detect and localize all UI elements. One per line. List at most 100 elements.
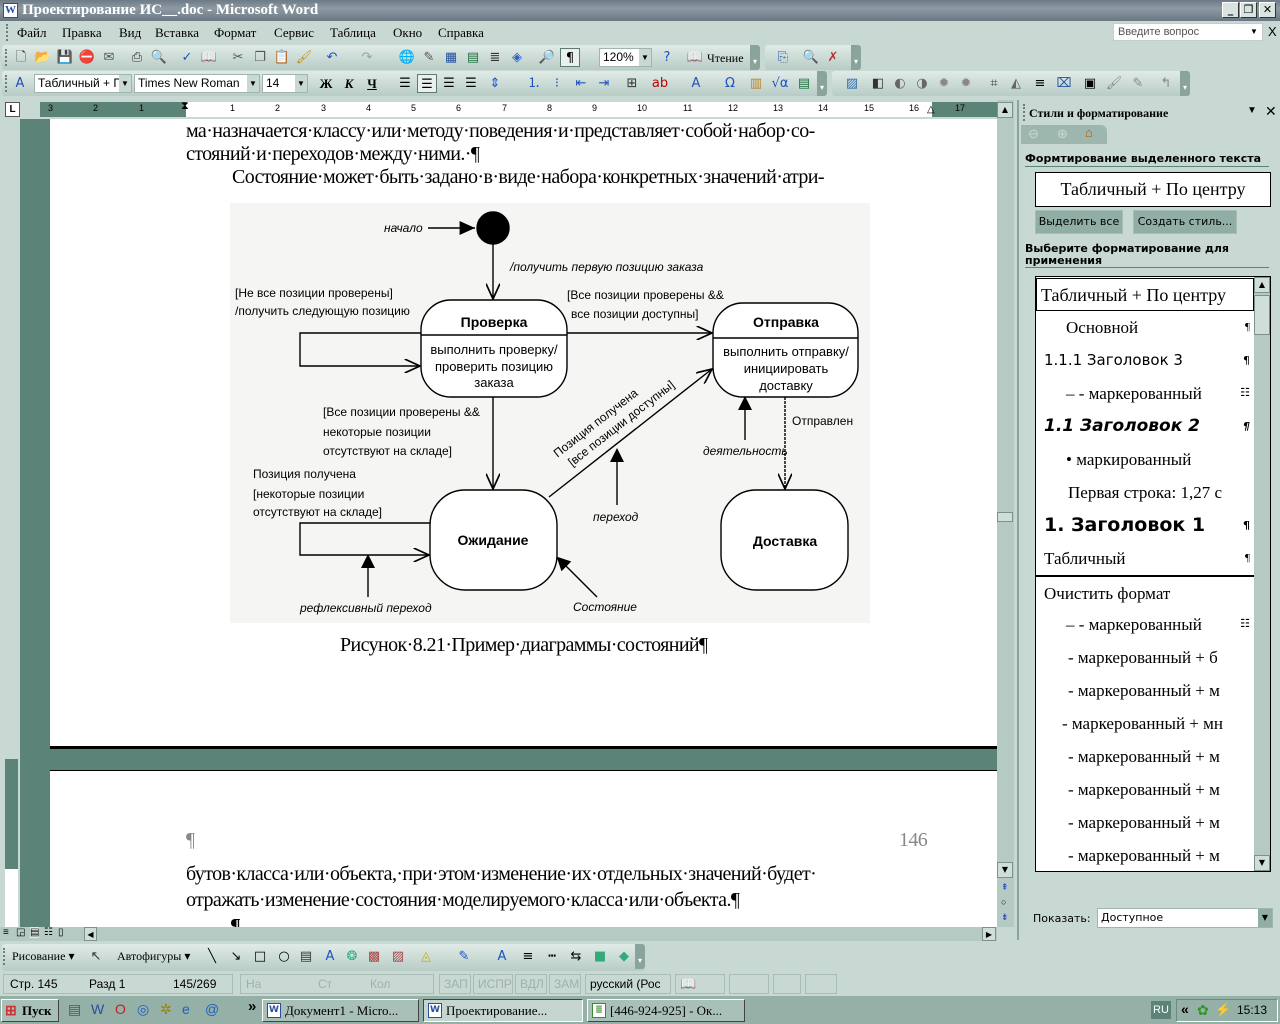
reading-view-icon[interactable]: ▯ bbox=[58, 927, 64, 938]
less-contrast-icon[interactable]: ◑ bbox=[912, 74, 932, 93]
toolbar-options-button[interactable]: ▾ bbox=[817, 71, 827, 96]
styles-list-scrollbar[interactable]: ▲ ▼ bbox=[1254, 277, 1270, 871]
scroll-thumb[interactable] bbox=[1254, 295, 1270, 335]
justify-icon[interactable]: ☰ bbox=[461, 74, 481, 93]
body-text-line[interactable]: бутов·класса·или·объекта,·при·этом·измен… bbox=[186, 863, 817, 885]
outlook-quicklaunch-icon[interactable]: ◎ bbox=[137, 1001, 149, 1018]
menu-help[interactable]: Справка bbox=[438, 25, 484, 41]
set-transparent-color-icon[interactable]: ✎ bbox=[1128, 74, 1148, 93]
tables-borders-icon[interactable]: ✎ bbox=[419, 48, 439, 67]
style-list-item[interactable]: 1.1.1 Заголовок 3 ¶ bbox=[1036, 344, 1254, 377]
body-text-line[interactable]: Состояние·может·быть·задано·в·виде·набор… bbox=[232, 166, 825, 188]
status-record[interactable]: ЗАП bbox=[439, 974, 471, 994]
compare-icon[interactable]: 🔍 bbox=[801, 48, 821, 67]
clock[interactable]: 15:13 bbox=[1237, 1003, 1267, 1017]
line-style-icon[interactable]: ≡ bbox=[1030, 74, 1050, 93]
font-select[interactable]: Times New Roman ▼ bbox=[134, 74, 260, 93]
oval-icon[interactable]: ○ bbox=[274, 947, 294, 966]
select-all-button[interactable]: Выделить все bbox=[1035, 210, 1123, 234]
ask-question-input[interactable]: Введите вопрос bbox=[1113, 23, 1263, 41]
scroll-down-button[interactable]: ▼ bbox=[1254, 855, 1270, 871]
page-145[interactable]: ма·назначается·классу·или·методу·поведен… bbox=[50, 119, 997, 749]
arrow-icon[interactable]: ↘ bbox=[226, 947, 246, 966]
tab-selector[interactable]: L bbox=[5, 102, 20, 117]
format-picture-icon[interactable]: 🖌 bbox=[1104, 74, 1124, 93]
arrow-style-icon[interactable]: ⇆ bbox=[566, 947, 586, 966]
style-list-item[interactable]: 1.1 Заголовок 2 ¶ bbox=[1036, 410, 1254, 443]
align-left-icon[interactable]: ☰ bbox=[395, 74, 415, 93]
minimize-button[interactable]: _ bbox=[1222, 2, 1239, 18]
style-list-item[interactable]: Первая строка: 1,27 с bbox=[1036, 476, 1254, 509]
status-overtype[interactable]: ЗАМ bbox=[549, 974, 581, 994]
symbol-icon[interactable]: Ω bbox=[720, 74, 740, 93]
reset-picture-icon[interactable]: ↰ bbox=[1156, 74, 1176, 93]
menu-edit[interactable]: Правка bbox=[62, 25, 102, 41]
next-page-icon[interactable]: ⇟ bbox=[1001, 912, 1009, 923]
restore-button[interactable]: ❐ bbox=[1240, 2, 1257, 18]
undo-icon[interactable]: ↶ bbox=[322, 48, 342, 67]
insert-table-icon[interactable]: ▦ bbox=[441, 48, 461, 67]
horizontal-ruler[interactable]: L 3 2 1 1 2 3 4 5 6 7 8 9 10 11 12 13 14 15 16 17 ⧗ △ bbox=[0, 100, 1000, 119]
text-wrapping-icon[interactable]: ▣ bbox=[1080, 74, 1100, 93]
compress-icon[interactable]: ⌧ bbox=[1054, 74, 1074, 93]
reject-changes-icon[interactable]: ✗ bbox=[823, 48, 843, 67]
toolbar-options-button[interactable]: ▾ bbox=[635, 944, 645, 969]
vertical-ruler[interactable] bbox=[3, 119, 20, 927]
picture-icon[interactable]: ▨ bbox=[388, 947, 408, 966]
scroll-thumb[interactable] bbox=[997, 512, 1013, 522]
save-icon[interactable]: 💾 bbox=[55, 48, 75, 67]
menu-table[interactable]: Таблица bbox=[330, 25, 376, 41]
line-spacing-icon[interactable]: ⇕ bbox=[485, 74, 505, 93]
spelling-icon[interactable]: ✓ bbox=[177, 48, 197, 67]
page-146[interactable]: ¶ 146 бутов·класса·или·объекта,·при·этом… bbox=[50, 770, 997, 927]
new-style-button[interactable]: Создать стиль... bbox=[1133, 210, 1237, 234]
icq-tray-icon[interactable]: ✿ bbox=[1197, 1002, 1209, 1019]
styles-formatting-icon[interactable]: A bbox=[10, 74, 30, 93]
menu-tools[interactable]: Сервис bbox=[274, 25, 314, 41]
horizontal-scrollbar[interactable]: ≡ ◲ ▤ ☷ ▯ ◀ ▶ bbox=[0, 927, 997, 941]
outline-view-icon[interactable]: ☷ bbox=[44, 927, 53, 938]
scroll-left-button[interactable]: ◀ bbox=[84, 927, 97, 941]
body-text-line[interactable]: отражать·изменение·состояния·моделируемо… bbox=[186, 889, 740, 911]
more-brightness-icon[interactable]: ✹ bbox=[934, 74, 954, 93]
menu-format[interactable]: Формат bbox=[214, 25, 256, 41]
zoom-select[interactable]: 120% ▼ bbox=[599, 48, 652, 67]
line-icon[interactable]: ╲ bbox=[202, 947, 222, 966]
new-document-icon[interactable]: 🗋 bbox=[11, 48, 31, 67]
copy-icon[interactable]: ❐ bbox=[250, 48, 270, 67]
toolbar-grip[interactable] bbox=[5, 49, 8, 66]
color-icon[interactable]: ◧ bbox=[868, 74, 888, 93]
toolbar-grip[interactable] bbox=[5, 75, 8, 92]
crop-icon[interactable]: ⌗ bbox=[984, 74, 1004, 93]
current-style-box[interactable]: Табличный + По центру bbox=[1035, 172, 1271, 207]
word-quicklaunch-icon[interactable]: W bbox=[91, 1001, 104, 1017]
style-list-item[interactable]: - маркерованный + мн bbox=[1036, 707, 1254, 740]
state-diagram[interactable]: начало /получить первую позицию заказа [… bbox=[230, 203, 870, 623]
excel-quicklaunch-icon[interactable]: ▤ bbox=[68, 1001, 81, 1018]
highlight-icon[interactable]: ab bbox=[650, 74, 670, 93]
more-contrast-icon[interactable]: ◐ bbox=[890, 74, 910, 93]
align-center-icon[interactable]: ☰ bbox=[417, 74, 437, 93]
open-icon[interactable]: 📂 bbox=[33, 48, 53, 67]
print-layout-icon[interactable]: ▤ bbox=[30, 927, 40, 938]
style-select[interactable]: Табличный + Пс ▼ bbox=[34, 74, 132, 93]
scroll-down-button[interactable]: ▼ bbox=[997, 862, 1013, 878]
taskbar-item-icq[interactable]: ≣ [446-924-925] - Ок... bbox=[587, 999, 745, 1022]
ask-dropdown-icon[interactable]: ▼ bbox=[1250, 27, 1258, 36]
tray-expand-button[interactable]: « bbox=[1181, 1001, 1189, 1017]
pane-close-icon[interactable]: ✕ bbox=[1265, 103, 1277, 120]
web-layout-icon[interactable]: ◲ bbox=[16, 927, 25, 938]
bullets-icon[interactable]: ⁝ bbox=[547, 74, 567, 93]
excel-icon[interactable]: ▤ bbox=[794, 74, 814, 93]
taskbar-item-proektirovanie[interactable]: W Проектирование... bbox=[423, 999, 583, 1022]
style-list-item[interactable]: – - маркерованный ☷ bbox=[1036, 608, 1254, 641]
draw-menu-button[interactable]: Рисование ▾ bbox=[12, 949, 74, 964]
style-list-item[interactable]: - маркерованный + м bbox=[1036, 674, 1254, 707]
print-preview-icon[interactable]: 🔍 bbox=[149, 48, 169, 67]
rotate-icon[interactable]: ◭ bbox=[1006, 74, 1026, 93]
toolbar-options-button[interactable]: ▾ bbox=[750, 45, 760, 70]
network-tray-icon[interactable]: ⚡ bbox=[1215, 1002, 1231, 1018]
select-objects-icon[interactable]: ↖ bbox=[86, 947, 106, 966]
bold-button[interactable]: Ж bbox=[316, 74, 336, 93]
research-icon[interactable]: 📖 bbox=[199, 48, 219, 67]
